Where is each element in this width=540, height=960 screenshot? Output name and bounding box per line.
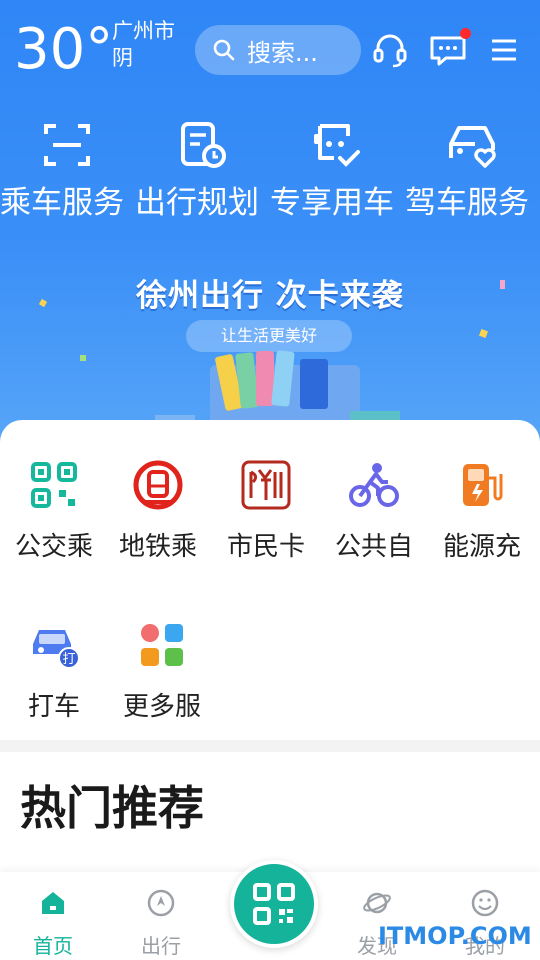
- seal-icon: [241, 460, 291, 510]
- app-label: 能源充: [442, 532, 521, 562]
- banner-title[interactable]: 徐州出行 次卡来袭: [136, 270, 404, 315]
- weather-condition: 阴: [112, 46, 133, 70]
- confetti: [500, 280, 505, 289]
- app-label: 更多服: [122, 692, 201, 722]
- home-icon: [42, 892, 64, 914]
- search-icon: [213, 39, 235, 61]
- app-energy-charging[interactable]: 能源充: [428, 458, 536, 563]
- app-bus-ride[interactable]: 公交乘: [0, 458, 108, 563]
- metro-icon: [133, 460, 183, 510]
- service-exclusive-car[interactable]: 专享用车: [270, 118, 400, 222]
- app-label: 市民卡: [226, 532, 305, 562]
- confetti: [479, 329, 488, 338]
- app-taxi[interactable]: 打 打车: [0, 618, 108, 723]
- app-more-services[interactable]: 更多服: [108, 618, 216, 723]
- watermark: ITMOP.COM: [378, 922, 532, 950]
- section-divider: [0, 740, 540, 752]
- search-box[interactable]: 搜索...: [195, 25, 361, 75]
- tab-travel[interactable]: 出行: [116, 888, 206, 959]
- compass-icon: [147, 889, 175, 917]
- svg-text:打: 打: [62, 652, 75, 667]
- tab-home[interactable]: 首页: [8, 888, 98, 959]
- confetti: [38, 298, 48, 308]
- app-metro-ride[interactable]: 地铁乘: [104, 458, 212, 563]
- schedule-icon: [181, 122, 226, 168]
- car-heart-icon: [449, 126, 496, 168]
- menu-icon[interactable]: [484, 30, 524, 70]
- charging-station-icon: [463, 464, 503, 506]
- planet-icon: [363, 892, 391, 914]
- headset-icon[interactable]: [370, 30, 410, 70]
- notification-dot: [460, 28, 471, 39]
- section-title: 热门推荐: [20, 781, 204, 835]
- app-citizen-card[interactable]: 市民卡: [212, 458, 320, 563]
- app-label: 公交乘: [14, 532, 93, 562]
- grid-icon: [141, 624, 183, 666]
- qr-scan-icon: [253, 883, 295, 925]
- tab-label: 出行: [141, 934, 181, 958]
- tab-label: 首页: [33, 934, 73, 958]
- app-public-bike[interactable]: 公共自: [320, 458, 428, 563]
- app-grid-card: 公交乘 地铁乘 市民卡 公共自 能源充 打 打车 更多服: [0, 420, 540, 740]
- service-label: 专享用车: [270, 185, 394, 221]
- city-name: 广州市: [112, 19, 175, 43]
- weather-location: 广州市 阴: [112, 18, 175, 72]
- scan-ride-button[interactable]: [230, 860, 318, 948]
- banner-cards-illustration: [155, 350, 400, 425]
- service-label: 出行规划: [135, 185, 259, 221]
- confetti: [80, 355, 86, 361]
- taxi-icon: 打: [33, 630, 80, 669]
- header-banner-area: 30° 广州市 阴 搜索... 乘车服务 出行规划 专享用车 驾车服务 徐州出行…: [0, 0, 540, 450]
- service-ride[interactable]: 乘车服务: [0, 118, 130, 222]
- service-label: 乘车服务: [0, 185, 124, 221]
- service-driving[interactable]: 驾车服务: [405, 118, 535, 222]
- app-label: 公共自: [334, 532, 413, 562]
- service-trip-plan[interactable]: 出行规划: [135, 118, 265, 222]
- qr-code-icon: [31, 462, 77, 508]
- app-label: 打车: [27, 692, 80, 722]
- bicycle-icon: [349, 463, 399, 507]
- service-label: 驾车服务: [405, 185, 529, 221]
- smile-icon: [471, 889, 499, 917]
- app-label: 地铁乘: [118, 532, 197, 562]
- search-placeholder: 搜索...: [247, 38, 318, 67]
- temperature: 30°: [14, 17, 114, 82]
- scan-frame-icon: [44, 124, 90, 166]
- car-check-icon: [314, 124, 360, 167]
